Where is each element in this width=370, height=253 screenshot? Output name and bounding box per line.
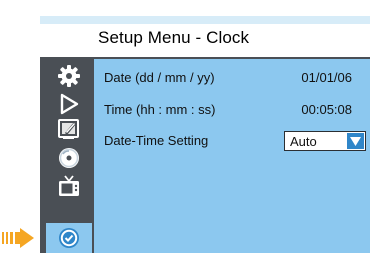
sidebar-item-general[interactable] <box>46 61 92 91</box>
top-strip <box>40 16 370 24</box>
gear-icon <box>57 64 81 88</box>
sidebar-item-clock[interactable] <box>46 223 92 253</box>
time-label: Time (hh : mm : ss) <box>104 102 216 117</box>
clock-icon <box>58 227 80 249</box>
sidebar-item-recording[interactable] <box>46 114 92 144</box>
edit-monitor-icon <box>57 117 81 141</box>
dropdown-value: Auto <box>290 134 317 149</box>
page-title: Setup Menu - Clock <box>98 28 250 47</box>
date-label: Date (dd / mm / yy) <box>104 70 215 85</box>
date-value[interactable]: 01/01/06 <box>301 70 352 85</box>
sidebar-item-disc[interactable] <box>46 143 92 173</box>
selection-pointer-icon <box>2 228 36 248</box>
time-value[interactable]: 00:05:08 <box>301 102 352 117</box>
settings-panel <box>94 59 370 253</box>
date-time-setting-label: Date-Time Setting <box>104 133 209 148</box>
sidebar-item-tv[interactable] <box>46 171 92 201</box>
disc-icon <box>57 146 81 170</box>
chevron-down-icon[interactable] <box>347 133 364 149</box>
tv-icon <box>57 174 81 198</box>
date-time-setting-dropdown[interactable]: Auto <box>284 131 366 151</box>
play-icon <box>58 93 80 115</box>
